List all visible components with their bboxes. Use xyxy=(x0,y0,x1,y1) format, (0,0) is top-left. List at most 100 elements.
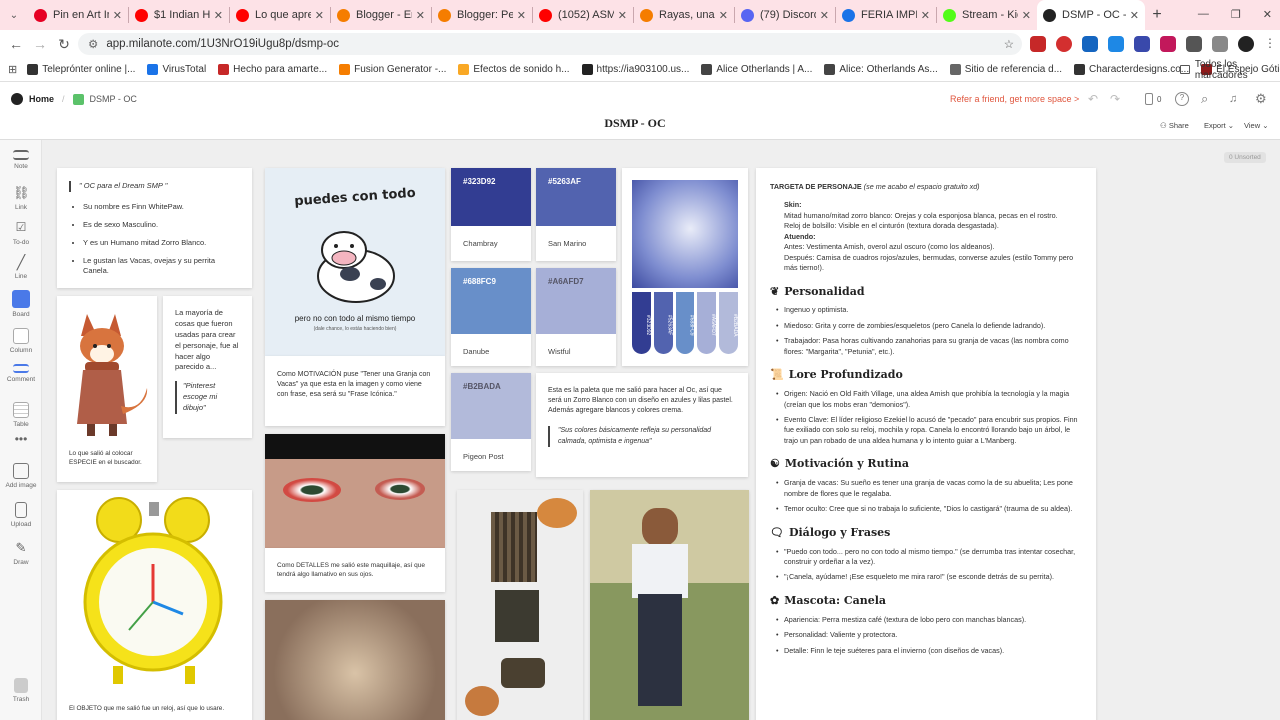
trash-button[interactable]: Trash xyxy=(0,678,42,703)
restore-icon[interactable]: ❐ xyxy=(1231,8,1241,21)
sidepanel-icon[interactable] xyxy=(1212,36,1228,52)
extension-icon[interactable] xyxy=(1030,36,1046,52)
close-tab-icon[interactable]: ✕ xyxy=(719,9,728,22)
tab-search-icon[interactable]: ⌄ xyxy=(0,10,28,21)
close-tab-icon[interactable]: ✕ xyxy=(416,9,425,22)
mural-photo[interactable] xyxy=(265,600,445,720)
note-card-pinterest[interactable]: La mayoría de cosas que fueron usadas pa… xyxy=(163,296,252,438)
extension-icon[interactable] xyxy=(1082,36,1098,52)
browser-tab[interactable]: Blogger: Perfil ✕ xyxy=(432,0,532,30)
milanote-logo[interactable] xyxy=(11,93,23,105)
all-bookmarks-folder[interactable]: Todos los marcadores xyxy=(1180,59,1280,81)
fox-image-card[interactable]: Lo que salió al colocar ESPECIE en el bu… xyxy=(57,296,157,482)
new-tab-button[interactable]: + xyxy=(1145,6,1169,24)
clock-image-card[interactable]: El OBJETO que me salió fue un reloj, así… xyxy=(57,490,252,720)
bookmark-item[interactable]: Hecho para amarte... xyxy=(218,64,327,75)
help-icon[interactable]: ? xyxy=(1175,92,1189,106)
extension-icon[interactable] xyxy=(1160,36,1176,52)
tool-note[interactable]: Note xyxy=(0,150,42,170)
tool-add-image[interactable]: Add image xyxy=(0,463,42,489)
browser-tab[interactable]: Rayas, una cel ✕ xyxy=(634,0,734,30)
apps-grid-icon[interactable]: ⊞ xyxy=(8,63,17,76)
farmer-photo[interactable] xyxy=(590,490,749,720)
tool-upload[interactable]: Upload xyxy=(0,502,42,528)
board-title[interactable]: DSMP - OC xyxy=(0,116,1270,131)
close-tab-icon[interactable]: ✕ xyxy=(820,9,829,22)
bookmark-item[interactable]: Sitio de referencia d... xyxy=(949,64,1062,75)
note-card-motivation[interactable]: Como MOTIVACIÓN puse "Tener una Granja c… xyxy=(265,356,445,426)
minimize-icon[interactable]: — xyxy=(1198,8,1209,21)
close-tab-icon[interactable]: ✕ xyxy=(113,9,122,22)
note-card-details[interactable]: Como DETALLES me salió este maquillaje, … xyxy=(265,548,445,592)
extension-icon[interactable] xyxy=(1108,36,1124,52)
home-link[interactable]: Home xyxy=(29,94,54,104)
tool-todo[interactable]: ☑ To-do xyxy=(0,220,42,246)
tool-draw[interactable]: ✎ Draw xyxy=(0,540,42,566)
reload-icon[interactable]: ↻ xyxy=(52,36,76,53)
color-swatch[interactable]: #688FC9 Danube xyxy=(451,268,531,366)
redo-icon[interactable]: ↷ xyxy=(1110,92,1120,106)
note-card-oc[interactable]: " OC para el Dream SMP " Su nombre es Fi… xyxy=(57,168,252,288)
tool-board[interactable]: Board xyxy=(0,290,42,318)
close-window-icon[interactable]: ✕ xyxy=(1263,8,1272,21)
bookmark-item[interactable]: Alice: Otherlands As... xyxy=(824,64,938,75)
color-swatch[interactable]: #B2BADA Pigeon Post xyxy=(451,373,531,471)
color-swatch[interactable]: #A6AFD7 Wistful xyxy=(536,268,616,366)
site-info-icon[interactable]: ⚙ xyxy=(88,37,98,51)
url-input[interactable]: ⚙ app.milanote.com/1U3NrO19iUgu8p/dsmp-o… xyxy=(78,33,1022,55)
browser-tab[interactable]: Stream - Kick D ✕ xyxy=(937,0,1037,30)
breadcrumb-board[interactable]: DSMP - OC xyxy=(90,94,137,104)
makeup-photo[interactable] xyxy=(265,434,445,548)
color-swatch[interactable]: #323D92 Chambray xyxy=(451,168,531,261)
device-icon[interactable] xyxy=(1145,93,1153,105)
browser-tab[interactable]: (79) Discord | C ✕ xyxy=(735,0,835,30)
tool-column[interactable]: Column xyxy=(0,328,42,354)
close-tab-icon[interactable]: ✕ xyxy=(921,9,930,22)
browser-tab[interactable]: (1052) ASMR L ✕ xyxy=(533,0,633,30)
palette-art-card[interactable]: #323D92 #5263AF #688FC9 #A6AFD7 #B2BADA xyxy=(622,168,748,366)
bookmark-item[interactable]: Fusion Generator -... xyxy=(339,64,446,75)
forward-icon[interactable]: → xyxy=(28,36,52,52)
menu-dots-icon[interactable]: ⋮ xyxy=(1264,36,1276,52)
export-button[interactable]: Export ⌄ xyxy=(1204,121,1234,130)
notifications-bell-icon[interactable]: ♫ xyxy=(1229,93,1237,105)
browser-tab[interactable]: Pin en Art Insp ✕ xyxy=(28,0,128,30)
color-swatch[interactable]: #5263AF San Marino xyxy=(536,168,616,261)
tool-comment[interactable]: Comment xyxy=(0,364,42,383)
note-card-palette[interactable]: Esta es la paleta que me salió para hace… xyxy=(536,373,748,477)
browser-tab[interactable]: Blogger - Entra ✕ xyxy=(331,0,431,30)
board-canvas[interactable]: 0 Unsorted " OC para el Dream SMP " Su n… xyxy=(42,140,1280,720)
bookmark-star-icon[interactable]: ☆ xyxy=(1004,37,1014,51)
opera-icon[interactable] xyxy=(1056,36,1072,52)
close-tab-icon[interactable]: ✕ xyxy=(1130,9,1139,22)
browser-tab[interactable]: $1 Indian Head ✕ xyxy=(129,0,229,30)
close-tab-icon[interactable]: ✕ xyxy=(618,9,627,22)
bookmark-item[interactable]: Characterdesigns.co... xyxy=(1074,64,1189,75)
browser-tab[interactable]: FERIA IMPRIM ✕ xyxy=(836,0,936,30)
bookmark-item[interactable]: Efectos de sonido h... xyxy=(458,64,570,75)
bookmark-item[interactable]: https://ia903100.us... xyxy=(581,64,689,75)
bookmark-item[interactable]: VirusTotal xyxy=(147,64,206,75)
tool-table[interactable]: Table xyxy=(0,402,42,428)
refer-link[interactable]: Refer a friend, get more space > xyxy=(950,94,1079,104)
extensions-puzzle-icon[interactable] xyxy=(1186,36,1202,52)
browser-tab[interactable]: DSMP - OC - M ✕ xyxy=(1037,0,1145,30)
close-tab-icon[interactable]: ✕ xyxy=(1022,9,1031,22)
view-button[interactable]: View ⌄ xyxy=(1244,121,1269,130)
bookmark-item[interactable]: Alice Otherlands | A... xyxy=(701,64,812,75)
outfit-collage-photo[interactable] xyxy=(457,490,583,720)
search-icon[interactable]: ⌕ xyxy=(1201,91,1208,107)
settings-gear-icon[interactable]: ⚙ xyxy=(1255,91,1267,107)
close-tab-icon[interactable]: ✕ xyxy=(517,9,526,22)
back-icon[interactable]: ← xyxy=(4,36,28,52)
unsorted-badge[interactable]: 0 Unsorted xyxy=(1224,152,1266,163)
extension-icon[interactable] xyxy=(1134,36,1150,52)
close-tab-icon[interactable]: ✕ xyxy=(315,9,324,22)
bookmark-item[interactable]: Teleprónter online |... xyxy=(27,64,135,75)
browser-tab[interactable]: Lo que aprendi ✕ xyxy=(230,0,330,30)
more-tools-icon[interactable]: ••• xyxy=(0,432,42,446)
tool-link[interactable]: ⛓ Link xyxy=(0,185,42,211)
tool-line[interactable]: ╱ Line xyxy=(0,254,42,280)
share-button[interactable]: ⚇ Share xyxy=(1160,121,1189,130)
undo-icon[interactable]: ↶ xyxy=(1088,92,1098,106)
